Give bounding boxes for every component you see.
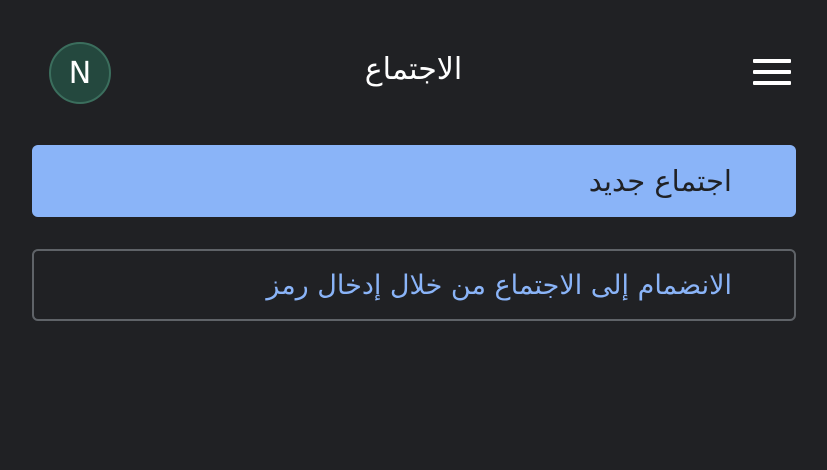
menu-line xyxy=(753,59,791,63)
new-meeting-button[interactable]: اجتماع جديد xyxy=(32,145,796,217)
menu-line xyxy=(753,70,791,74)
meet-screen: N الاجتماع اجتماع جديد xyxy=(0,0,827,470)
page-title: الاجتماع xyxy=(364,52,463,87)
menu-line xyxy=(753,81,791,85)
join-code-input[interactable] xyxy=(32,249,796,321)
hamburger-menu-icon[interactable] xyxy=(753,59,791,87)
